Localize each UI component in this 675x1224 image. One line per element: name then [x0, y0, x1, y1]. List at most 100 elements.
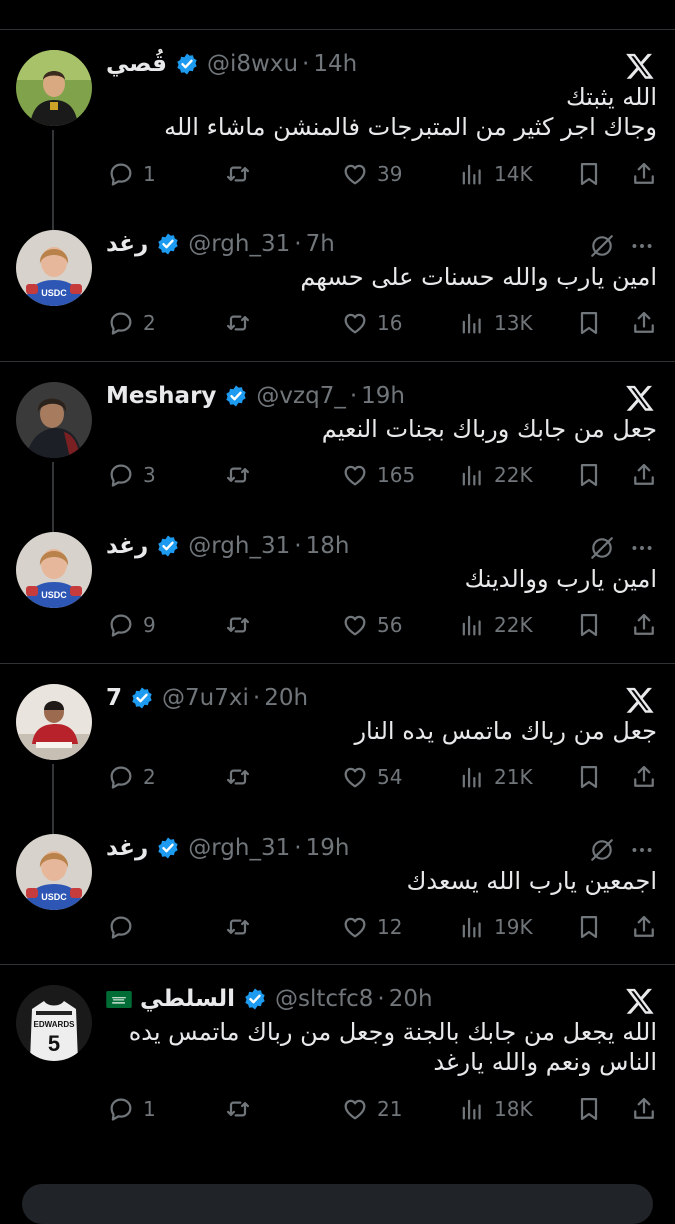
- user-handle[interactable]: @rgh_31: [188, 835, 290, 861]
- share-button[interactable]: [630, 1095, 658, 1123]
- x-logo-icon[interactable]: [625, 51, 655, 81]
- user-handle[interactable]: @vzq7_: [256, 383, 345, 409]
- user-handle[interactable]: @rgh_31: [188, 231, 290, 257]
- tweet[interactable]: قُصي @i8wxu · 14h الله يثبتك وجاك اجر كثير من…: [0, 30, 675, 186]
- views-button[interactable]: 19K: [458, 913, 533, 941]
- tweet[interactable]: USDC رغد @rgh_31 · 19h اجمعين يارب الله يسعدك…: [0, 814, 675, 964]
- views-button[interactable]: 13K: [458, 309, 533, 337]
- grok-icon[interactable]: [589, 837, 615, 863]
- bookmark-button[interactable]: [575, 913, 603, 941]
- timestamp[interactable]: 7h: [306, 231, 335, 257]
- display-name[interactable]: السلطي: [140, 986, 235, 1012]
- reply-button[interactable]: 1: [107, 1095, 156, 1123]
- timestamp[interactable]: 19h: [361, 383, 405, 409]
- views-button[interactable]: 22K: [458, 611, 533, 639]
- heart-icon: [344, 465, 366, 486]
- reply-bar[interactable]: [22, 1184, 653, 1224]
- bookmark-button[interactable]: [575, 160, 603, 188]
- user-handle[interactable]: @sltcfc8: [275, 986, 373, 1012]
- bookmark-button[interactable]: [575, 611, 603, 639]
- bookmark-button[interactable]: [575, 763, 603, 791]
- grok-icon[interactable]: [589, 233, 615, 259]
- like-button[interactable]: 16: [341, 309, 402, 337]
- reply-button[interactable]: 2: [107, 763, 156, 791]
- tweet[interactable]: 7 @7u7xi · 20h جعل من رباك ماتمس يده النار 2 5…: [0, 664, 675, 814]
- x-logo-icon[interactable]: [625, 383, 655, 413]
- avatar[interactable]: USDC: [16, 230, 92, 306]
- tweet[interactable]: USDC رغد @rgh_31 · 7h امين يارب والله حسنات ع…: [0, 210, 675, 360]
- tweet[interactable]: EDWARDS 5 السلطي @sltcfc8 · 20h الله يجعل من ج…: [0, 965, 675, 1121]
- avatar[interactable]: EDWARDS 5: [16, 985, 92, 1061]
- grok-icon[interactable]: [589, 535, 615, 561]
- tweet-header: قُصي @i8wxu · 14h: [106, 48, 357, 80]
- avatar[interactable]: USDC: [16, 834, 92, 910]
- x-logo-icon[interactable]: [625, 986, 655, 1016]
- display-name[interactable]: رغد: [106, 533, 148, 559]
- display-name[interactable]: رغد: [106, 835, 148, 861]
- views-button[interactable]: 21K: [458, 763, 533, 791]
- more-options-icon[interactable]: [629, 837, 655, 863]
- like-button[interactable]: 21: [341, 1095, 402, 1123]
- tweet[interactable]: USDC رغد @rgh_31 · 18h امين يارب ووالدينك 9 56 2…: [0, 512, 675, 662]
- x-logo-icon[interactable]: [625, 685, 655, 715]
- verified-badge-icon: [226, 385, 247, 407]
- like-button[interactable]: 54: [341, 763, 402, 791]
- display-name[interactable]: 7: [106, 685, 122, 711]
- share-icon: [634, 765, 654, 787]
- retweet-button[interactable]: [224, 309, 252, 337]
- reply-button[interactable]: 9: [107, 611, 156, 639]
- timestamp[interactable]: 14h: [313, 51, 357, 77]
- avatar[interactable]: [16, 382, 92, 458]
- share-button[interactable]: [630, 309, 658, 337]
- retweet-button[interactable]: [224, 1095, 252, 1123]
- views-button[interactable]: 14K: [458, 160, 533, 188]
- reply-button[interactable]: 3: [107, 461, 156, 489]
- user-handle[interactable]: @rgh_31: [188, 533, 290, 559]
- views-button[interactable]: 22K: [458, 461, 533, 489]
- retweet-button[interactable]: [224, 160, 252, 188]
- tweet[interactable]: Meshary @vzq7_ · 19h جعل من جابك ورباك بجنات…: [0, 362, 675, 512]
- tweet-text-line: الله يثبتك: [565, 83, 657, 111]
- timestamp[interactable]: 19h: [306, 835, 350, 861]
- more-options-icon[interactable]: [629, 233, 655, 259]
- avatar-image: [16, 50, 92, 126]
- user-handle[interactable]: @i8wxu: [207, 51, 298, 77]
- share-button[interactable]: [630, 611, 658, 639]
- retweet-button[interactable]: [224, 763, 252, 791]
- bookmark-button[interactable]: [575, 309, 603, 337]
- display-name[interactable]: رغد: [106, 231, 148, 257]
- like-button[interactable]: 165: [341, 461, 415, 489]
- bookmark-button[interactable]: [575, 461, 603, 489]
- retweet-button[interactable]: [224, 913, 252, 941]
- views-button[interactable]: 18K: [458, 1095, 533, 1123]
- like-button[interactable]: 39: [341, 160, 402, 188]
- retweet-button[interactable]: [224, 611, 252, 639]
- share-button[interactable]: [630, 461, 658, 489]
- timestamp[interactable]: 20h: [389, 986, 433, 1012]
- avatar-image: USDC: [16, 532, 92, 608]
- share-button[interactable]: [630, 160, 658, 188]
- reply-button[interactable]: 1: [107, 160, 156, 188]
- like-button[interactable]: 56: [341, 611, 402, 639]
- avatar-image: [16, 382, 92, 458]
- share-button[interactable]: [630, 763, 658, 791]
- user-handle[interactable]: @7u7xi: [162, 685, 249, 711]
- like-button[interactable]: 12: [341, 913, 402, 941]
- share-button[interactable]: [630, 913, 658, 941]
- avatar[interactable]: [16, 50, 92, 126]
- retweet-button[interactable]: [224, 461, 252, 489]
- display-name[interactable]: Meshary: [106, 383, 216, 409]
- display-name[interactable]: قُصي: [106, 51, 167, 77]
- avatar[interactable]: [16, 684, 92, 760]
- more-options-icon[interactable]: [629, 535, 655, 561]
- tweet-top-actions: [589, 834, 655, 866]
- tweet-text: امين يارب ووالدينك: [97, 564, 657, 594]
- timestamp[interactable]: 20h: [264, 685, 308, 711]
- like-count: 21: [377, 1097, 403, 1121]
- share-icon: [634, 463, 654, 485]
- reply-button[interactable]: 2: [107, 309, 156, 337]
- timestamp[interactable]: 18h: [306, 533, 350, 559]
- reply-button[interactable]: [107, 913, 135, 941]
- avatar[interactable]: USDC: [16, 532, 92, 608]
- bookmark-button[interactable]: [575, 1095, 603, 1123]
